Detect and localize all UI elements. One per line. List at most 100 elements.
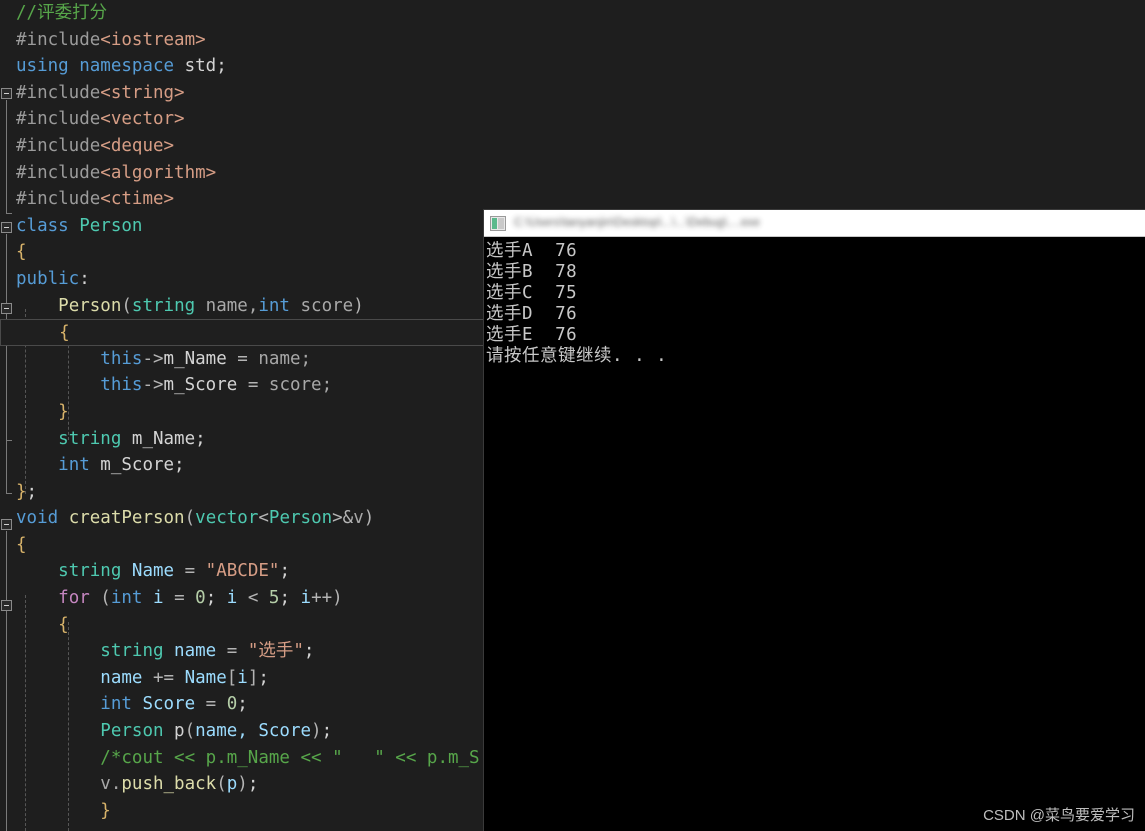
code-token-plain: ;	[205, 588, 227, 609]
code-token-bracket: [	[226, 667, 238, 688]
code-token-plain: ;	[279, 561, 290, 582]
code-token-plain: ;	[237, 694, 248, 715]
console-titlebar[interactable]: C:\Users\tanyanjin\Desktop\...\...\Debug…	[484, 210, 1145, 237]
code-token-variable: Name	[121, 561, 185, 582]
code-line[interactable]: /*cout << p.m_Name << " " << p.m_S	[0, 745, 485, 772]
code-token-operator: ++)	[311, 588, 343, 609]
code-line-current[interactable]: {	[0, 319, 485, 346]
code-line[interactable]: #include<ctime>	[0, 186, 485, 213]
code-token-brace: {	[16, 242, 27, 263]
code-token-brace: {	[16, 534, 27, 555]
code-line[interactable]: name += Name[i];	[0, 665, 485, 692]
code-token-type: Person	[268, 508, 333, 529]
code-line[interactable]: using namespace std;	[0, 53, 485, 80]
code-token-variable: i	[226, 588, 248, 609]
code-token-brace: }	[16, 401, 69, 422]
console-prompt-line: 请按任意键继续. . .	[486, 346, 668, 366]
code-line[interactable]: Person(string name,int score)	[0, 293, 485, 320]
code-token-operator: ->	[142, 375, 164, 396]
code-token-paren: )	[353, 295, 364, 316]
code-token-member: m_Score	[163, 375, 248, 396]
code-token-indent	[16, 774, 100, 794]
code-line[interactable]: for (int i = 0; i < 5; i++)	[0, 585, 485, 612]
code-token-paren: (	[89, 588, 111, 609]
code-token-variable: i	[237, 667, 248, 688]
code-token-operator: =	[247, 375, 269, 396]
console-window[interactable]: C:\Users\tanyanjin\Desktop\...\...\Debug…	[484, 210, 1145, 831]
console-output-line: 选手C 75	[486, 283, 578, 303]
code-line[interactable]: #include<iostream>	[0, 27, 485, 54]
code-token-variable: name	[163, 641, 227, 662]
code-line[interactable]: #include<string>	[0, 80, 485, 107]
code-line[interactable]: //评委打分	[0, 0, 485, 27]
console-output-line: 选手B 78	[486, 262, 578, 282]
code-token-comment: //评委打分	[16, 3, 108, 23]
code-line[interactable]: void creatPerson(vector<Person>&v)	[0, 505, 485, 532]
code-line[interactable]: Person p(name, Score);	[0, 718, 485, 745]
code-token-member: m_Name;	[121, 428, 206, 449]
code-token-preproc: #include	[16, 135, 101, 156]
code-line[interactable]: }	[0, 798, 485, 825]
code-line[interactable]: {	[0, 532, 485, 559]
code-token-plain: ;	[321, 721, 333, 742]
code-token-control: for	[58, 588, 90, 609]
code-token-preproc: #include	[16, 29, 101, 50]
code-token-plain: ;	[303, 641, 315, 662]
code-line[interactable]: int m_Score;	[0, 452, 485, 479]
csdn-watermark: CSDN @菜鸟要爱学习	[983, 807, 1135, 824]
code-token-indent	[16, 748, 100, 768]
code-token-indent	[16, 349, 100, 369]
code-token-keyword: void	[16, 508, 59, 529]
code-token-number: 0	[226, 694, 238, 715]
code-token-type: string	[58, 561, 122, 582]
code-token-member: m_Name	[163, 348, 238, 369]
console-output-line: 选手E 76	[486, 325, 578, 345]
code-line[interactable]: #include<deque>	[0, 133, 485, 160]
code-editor[interactable]: //评委打分 #include<iostream> using namespac…	[0, 0, 485, 831]
code-token-plain: ;	[26, 481, 38, 502]
code-token-brace: {	[16, 614, 69, 635]
code-token-brace: {	[17, 323, 70, 344]
code-token-paren: )	[237, 774, 248, 795]
code-token-paren: )	[311, 721, 322, 742]
code-line[interactable]: {	[0, 239, 485, 266]
code-line[interactable]: string name = "选手";	[0, 638, 485, 665]
console-output-line: 选手A 76	[486, 241, 578, 261]
code-token-type: Person	[79, 215, 143, 236]
code-line[interactable]: int Score = 0;	[0, 691, 485, 718]
code-token-keyword: int	[110, 588, 143, 609]
code-token-string: "ABCDE"	[205, 561, 280, 582]
code-line[interactable]: public:	[0, 266, 485, 293]
code-surface[interactable]: //评委打分 #include<iostream> using namespac…	[0, 0, 485, 831]
code-token-operator: =	[184, 561, 206, 582]
code-token-bracket: ]	[247, 667, 259, 688]
code-line[interactable]: string m_Name;	[0, 426, 485, 453]
code-token-keyword: this	[100, 375, 143, 396]
code-line[interactable]: string Name = "ABCDE";	[0, 558, 485, 585]
code-line[interactable]: this->m_Score = score;	[0, 372, 485, 399]
code-token-indent	[16, 296, 58, 316]
code-line[interactable]: #include<algorithm>	[0, 160, 485, 187]
code-token-member: m_Score;	[89, 455, 185, 476]
code-token-keyword: using namespace	[16, 56, 175, 77]
code-line[interactable]: class Person	[0, 213, 485, 240]
code-token-plain: ;	[279, 588, 301, 609]
code-line[interactable]: v.push_back(p);	[0, 771, 485, 798]
code-token-plain: :	[79, 268, 90, 289]
code-token-include: <iostream>	[100, 29, 206, 50]
code-token-variable: Score	[131, 694, 206, 715]
code-token-param: score	[289, 295, 354, 316]
code-line[interactable]: this->m_Name = name;	[0, 346, 485, 373]
code-token-string: "选手"	[247, 641, 304, 662]
code-token-type: Person	[100, 721, 164, 742]
code-token-preproc: #include	[16, 162, 101, 183]
code-line[interactable]: }	[0, 399, 485, 426]
code-token-indent	[16, 375, 100, 395]
code-token-plain: ;	[247, 774, 259, 795]
code-line[interactable]: {	[0, 612, 485, 639]
code-line[interactable]: };	[0, 479, 485, 506]
code-line[interactable]: #include<vector>	[0, 106, 485, 133]
console-output: 选手A 76 选手B 78 选手C 75 选手D 76 选手E 76 请按任意键…	[484, 237, 1145, 831]
